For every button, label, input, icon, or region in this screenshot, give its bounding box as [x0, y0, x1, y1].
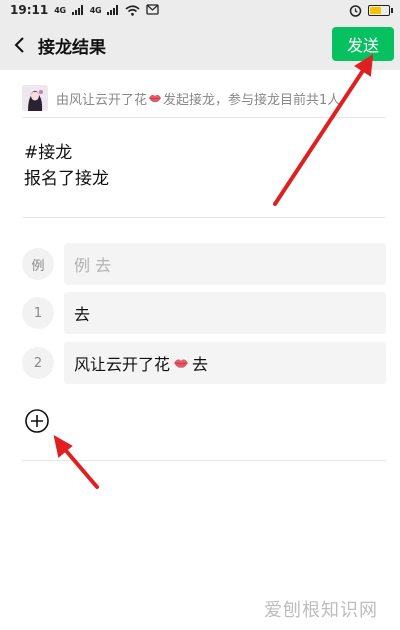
entry-field[interactable]: 风让云开了花 去 [64, 342, 386, 384]
entry-example-field[interactable]: 例 去 [64, 243, 386, 285]
entry-field[interactable]: 去 [64, 292, 386, 334]
message-icon [146, 4, 159, 15]
list-item: 例 例 去 [22, 243, 386, 285]
initiator-name: 由风让云开了花 [56, 92, 148, 108]
lips-emoji-icon [149, 94, 162, 103]
back-button[interactable] [0, 20, 38, 70]
add-entry-button[interactable] [24, 408, 50, 434]
entry-name: 风让云开了花 [74, 355, 171, 374]
page-title: 接龙结果 [38, 37, 106, 58]
topic-hashtag: #接龙 [24, 143, 73, 163]
entry-number: 1 [22, 297, 54, 329]
entry-number: 例 [22, 248, 54, 280]
status-time: 19:11 [10, 3, 49, 17]
divider [22, 460, 386, 461]
signal-strength-icon [71, 5, 83, 15]
divider [22, 217, 386, 218]
topic-description: 报名了接龙 [24, 169, 109, 189]
plus-circle-icon [25, 409, 49, 433]
signal-strength-icon [107, 5, 119, 15]
arrow-line-to-add [60, 444, 99, 489]
avatar-image [22, 85, 48, 111]
avatar[interactable] [22, 85, 48, 111]
arrow-head-to-add [53, 435, 73, 458]
topic: #接龙 报名了接龙 [24, 140, 109, 192]
signal-4g-label-2: 4G [89, 5, 102, 15]
initiator-row: 由风让云开了花 发起接龙，参与接龙目前共1人 [22, 82, 384, 114]
status-bar: 19:11 4G 4G [0, 0, 400, 20]
wifi-icon [125, 4, 140, 16]
title-bar: 接龙结果 发送 [0, 20, 400, 70]
entry-number: 2 [22, 347, 54, 379]
send-button[interactable]: 发送 [332, 27, 394, 61]
watermark: 爱刨根知识网 [264, 600, 378, 621]
list-item: 1 去 [22, 292, 386, 334]
chevron-left-icon [14, 37, 24, 53]
lips-emoji-icon [174, 359, 188, 368]
signal-4g-label-1: 4G [54, 5, 66, 15]
initiator-suffix: 发起接龙，参与接龙目前共1人 [163, 92, 341, 108]
list-item: 2 风让云开了花 去 [22, 342, 386, 384]
alarm-icon [349, 4, 362, 17]
initiator-text: 由风让云开了花 发起接龙，参与接龙目前共1人 [56, 89, 340, 108]
battery-icon [368, 4, 393, 16]
divider [22, 117, 386, 118]
entry-suffix: 去 [192, 355, 209, 374]
